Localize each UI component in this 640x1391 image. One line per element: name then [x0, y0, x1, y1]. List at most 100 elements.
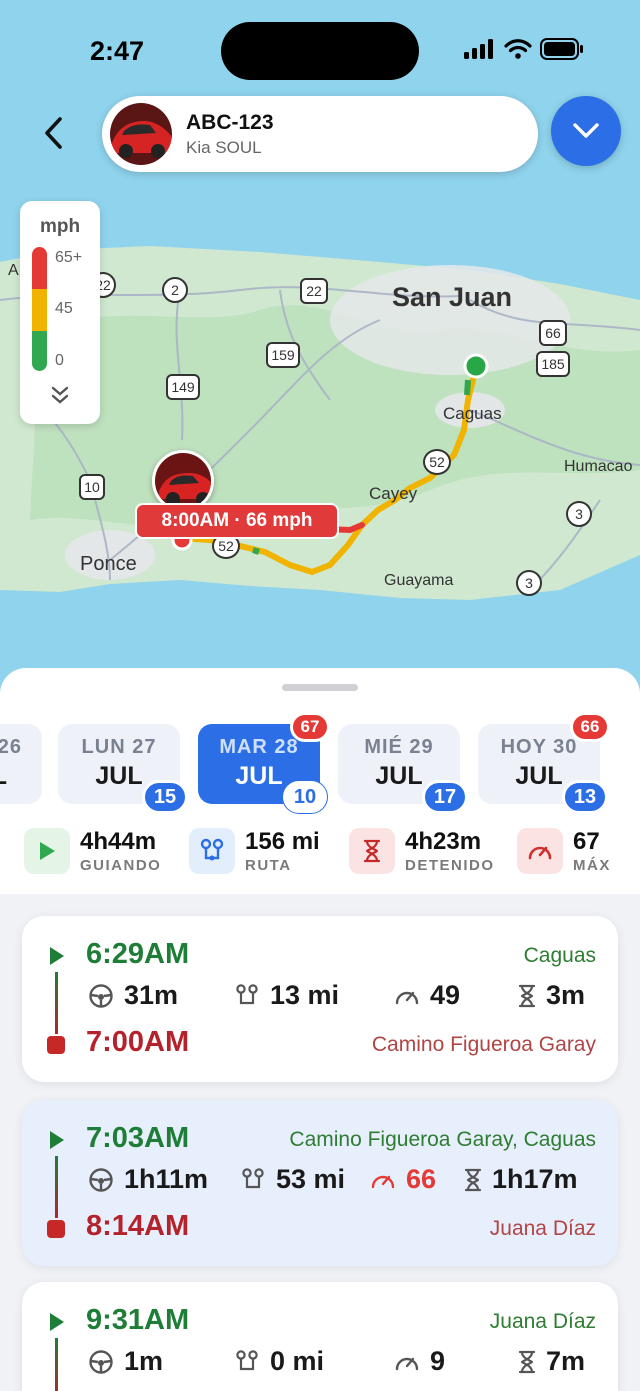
trip-card[interactable]: 9:31AM Juana Díaz 1m 0 mi 9 7m [22, 1282, 618, 1391]
metric-value: 66 [406, 1164, 437, 1194]
hourglass-icon [464, 1168, 482, 1191]
metric-value: 3m [546, 980, 586, 1010]
dynamic-island [221, 22, 419, 80]
status-bar: 2:47 [0, 0, 640, 100]
steering-wheel-icon [89, 983, 113, 1008]
trip-card-selected[interactable]: 7:03AM Camino Figueroa Garay, Caguas 1h1… [22, 1100, 618, 1266]
speedometer-icon [371, 1175, 395, 1188]
trip-duration: 1m [88, 1346, 163, 1377]
chevron-down-icon [573, 123, 599, 138]
road-shield: 10 [79, 474, 105, 500]
trip-start-place: Camino Figueroa Garay, Caguas [289, 1128, 596, 1151]
trip-end-time: 7:00AM [86, 1026, 190, 1058]
day-label: 26 [0, 736, 22, 758]
play-icon [24, 828, 70, 874]
speed-legend[interactable]: mph 65+ 45 0 [20, 201, 100, 424]
hourglass-icon [349, 828, 395, 874]
road-shield: 159 [266, 342, 300, 368]
car-photo-icon [110, 103, 172, 165]
day-label: LUN 27 [81, 736, 157, 758]
vehicle-plate: ABC-123 [186, 110, 274, 134]
trip-count-badge: 10 [282, 780, 328, 814]
trip-start-time: 9:31AM [86, 1304, 190, 1336]
route-icon [242, 1167, 264, 1188]
place-label: Ponce [80, 553, 137, 575]
speedometer-icon [395, 991, 419, 1004]
trip-card[interactable]: 6:29AM Caguas 31m 13 mi 49 3m 7:00AM Cam… [22, 916, 618, 1082]
day-chip[interactable]: 26 L [0, 724, 42, 804]
trip-end-time: 8:14AM [86, 1210, 190, 1242]
road-shield: 3 [566, 501, 592, 527]
stat-max-speed: 67 MÁX [517, 828, 611, 874]
day-chip[interactable]: MIÉ 29 JUL 17 [338, 724, 468, 814]
day-summary: 4h44m GUIANDO 156 mi RUTA 4h23m DETENIDO… [0, 816, 640, 894]
trip-start-place: Juana Díaz [489, 1310, 596, 1333]
place-label: Humacao [564, 458, 633, 475]
trip-duration: 1h11m [88, 1164, 208, 1195]
metric-value: 9 [430, 1346, 446, 1376]
metric-value: 49 [430, 980, 461, 1010]
stat-driving: 4h44m GUIANDO [24, 828, 161, 874]
speedometer-icon [517, 828, 563, 874]
trip-list[interactable]: 6:29AM Caguas 31m 13 mi 49 3m 7:00AM Cam… [0, 894, 640, 1391]
trip-count-badge: 17 [422, 780, 468, 814]
day-month: L [0, 762, 42, 791]
trip-timeline [55, 1156, 58, 1218]
place-label: A [8, 262, 19, 279]
trips-sheet[interactable]: 26 L LUN 27 JUL 15 MAR 28 JUL 10 67 MIÉ … [0, 668, 640, 1391]
route-icon [236, 983, 258, 1004]
trip-end-place: Juana Díaz [489, 1217, 596, 1240]
trip-timeline [55, 972, 58, 1034]
cellular-signal-icon [464, 39, 493, 59]
vehicle-selector[interactable]: ABC-123 Kia SOUL [102, 96, 538, 172]
status-icons [464, 38, 584, 60]
trip-max-speed: 49 [394, 980, 460, 1011]
road-shield: 2 [162, 277, 188, 303]
trip-max-speed: 9 [394, 1346, 445, 1377]
end-marker-icon [47, 1220, 65, 1238]
end-marker-icon [47, 1036, 65, 1054]
place-label: Caguas [443, 404, 502, 423]
start-marker-icon [50, 947, 64, 965]
speed-alert-badge: 66 [570, 712, 610, 742]
trip-timeline [55, 1338, 58, 1391]
place-label: San Juan [392, 282, 513, 312]
vehicle-model: Kia SOUL [186, 137, 262, 157]
trip-distance: 53 mi [240, 1164, 345, 1195]
day-chip[interactable]: LUN 27 JUL 15 [58, 724, 188, 814]
trip-idle: 7m [518, 1346, 585, 1377]
battery-icon [540, 38, 583, 60]
metric-value: 0 mi [270, 1346, 325, 1376]
road-shield: 52 [423, 449, 451, 475]
stat-value: 67 [573, 828, 600, 855]
sheet-grabber[interactable] [282, 684, 358, 691]
route-icon [189, 828, 235, 874]
day-label: MIÉ 29 [364, 736, 434, 758]
trip-start-place: Caguas [523, 944, 596, 967]
metric-value: 1h11m [124, 1164, 209, 1194]
back-button[interactable] [30, 110, 76, 156]
legend-high: 65+ [55, 249, 83, 266]
speed-alert-badge: 67 [290, 712, 330, 742]
place-label: Guayama [384, 572, 454, 589]
route-icon [236, 1349, 258, 1370]
legend-color-bar [32, 247, 47, 371]
day-chip[interactable]: HOY 30 JUL 13 66 [478, 712, 610, 814]
trip-map[interactable]: 22 2 22 159 149 10 52 52 66 185 3 3 San … [0, 0, 640, 700]
trip-distance: 13 mi [234, 980, 339, 1011]
trip-duration: 31m [88, 980, 178, 1011]
day-chip-selected[interactable]: MAR 28 JUL 10 67 [198, 712, 330, 814]
metric-value: 7m [546, 1346, 586, 1376]
steering-wheel-icon [89, 1167, 113, 1192]
vehicle-dropdown-button[interactable] [551, 96, 621, 166]
speed-callout[interactable]: 8:00AM · 66 mph [135, 503, 339, 539]
road-shield: 66 [539, 320, 567, 346]
stat-label: RUTA [245, 857, 292, 874]
start-marker-icon [50, 1313, 64, 1331]
trip-distance: 0 mi [234, 1346, 324, 1377]
double-chevron-down-icon[interactable] [50, 385, 70, 405]
stat-label: GUIANDO [80, 857, 162, 874]
metric-value: 31m [124, 980, 179, 1010]
date-strip[interactable]: 26 L LUN 27 JUL 15 MAR 28 JUL 10 67 MIÉ … [0, 712, 640, 814]
road-shield: 22 [300, 278, 328, 304]
